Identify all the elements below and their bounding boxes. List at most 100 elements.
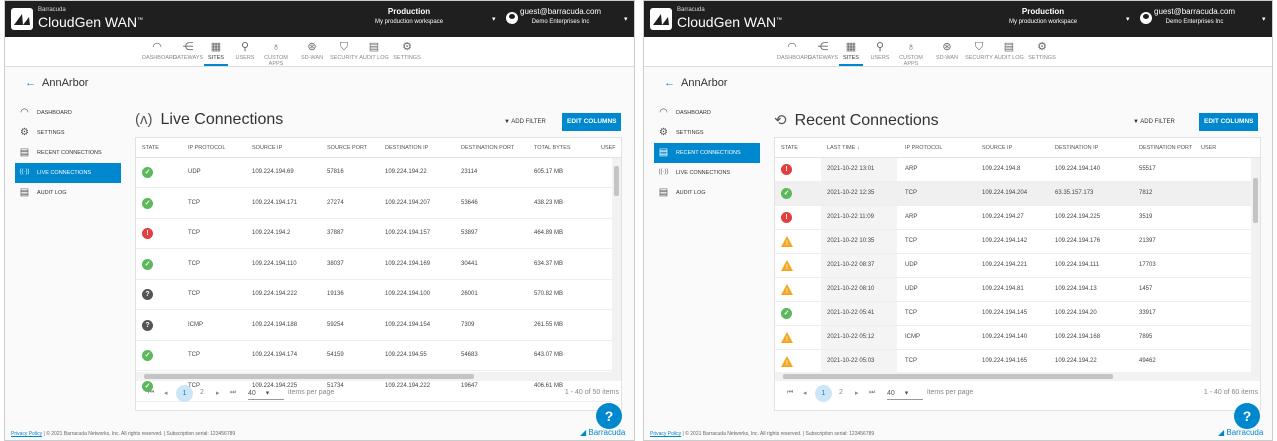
column-header[interactable]: DESTINATION IP: [1055, 145, 1098, 151]
nav-gateways[interactable]: ⋲ GATEWAYS: [172, 40, 204, 66]
column-header[interactable]: SOURCE IP: [252, 145, 282, 151]
column-header[interactable]: STATE: [781, 145, 798, 151]
first-page-icon[interactable]: ⏮: [148, 389, 154, 397]
page-1[interactable]: 1: [815, 385, 832, 402]
scrollbar-thumb[interactable]: [1253, 178, 1258, 223]
horizontal-scrollbar[interactable]: [775, 372, 1260, 381]
nav-security[interactable]: ⛉ SECURITY: [965, 40, 993, 66]
vertical-scrollbar[interactable]: [1251, 158, 1260, 372]
table-row[interactable]: ! 2021-10-22 05:03 TCP 109.224.194.165 109.2…: [775, 350, 1251, 374]
column-header[interactable]: STATE: [142, 145, 159, 151]
sidebar-item-dashboard[interactable]: ◠ DASHBOARD: [15, 103, 121, 123]
user-menu[interactable]: guest@barracuda.com Demo Enterprises Inc: [1154, 7, 1235, 27]
workspace-selector[interactable]: Production My production workspace: [1009, 7, 1077, 27]
page-2[interactable]: 2: [200, 389, 204, 396]
user-menu[interactable]: guest@barracuda.com Demo Enterprises Inc: [520, 7, 601, 27]
nav-sd-wan[interactable]: ⊛ SD-WAN: [933, 40, 961, 66]
last-page-icon[interactable]: ⏭: [869, 389, 875, 397]
workspace-selector[interactable]: Production My production workspace: [375, 7, 443, 27]
nav-settings[interactable]: ⚙ SETTINGS: [1028, 40, 1056, 66]
nav-users[interactable]: ⚲ USERS: [868, 40, 892, 66]
nav-audit-log[interactable]: ▤ AUDIT LOG: [358, 40, 390, 66]
chevron-down-icon[interactable]: ▾: [624, 15, 628, 23]
help-button[interactable]: ?: [1234, 403, 1260, 429]
table-row[interactable]: ! 2021-10-22 08:37 UDP 109.224.194.221 109.2…: [775, 254, 1251, 278]
table-row[interactable]: ? ICMP 109.224.194.188 59254 109.224.194.154…: [136, 311, 612, 341]
nav-dashboard[interactable]: ◠ DASHBOARD: [142, 40, 177, 66]
table-row[interactable]: ✓ 2021-10-22 12:35 TCP 109.224.194.204 63.35…: [775, 182, 1251, 206]
table-row[interactable]: ✓ UDP 109.224.194.69 57816 109.224.194.22 231…: [136, 158, 612, 188]
user-avatar-icon[interactable]: [1140, 12, 1152, 24]
table-row[interactable]: ! 2021-10-22 10:35 TCP 109.224.194.142 109.2…: [775, 230, 1251, 254]
column-header[interactable]: DESTINATION PORT: [461, 145, 514, 151]
add-filter-button[interactable]: ▼ ADD FILTER: [1133, 119, 1175, 125]
sidebar-item-audit-log[interactable]: ▤ AUDIT LOG: [654, 183, 760, 203]
help-button[interactable]: ?: [596, 403, 622, 429]
sidebar-item-dashboard[interactable]: ◠ DASHBOARD: [654, 103, 760, 123]
column-header[interactable]: DESTINATION PORT: [1139, 145, 1192, 151]
page-size-select[interactable]: 40 ▾: [248, 389, 284, 400]
back-arrow-icon[interactable]: ←: [664, 77, 675, 89]
column-header[interactable]: IP PROTOCOL: [905, 145, 942, 151]
column-header[interactable]: IP PROTOCOL: [188, 145, 225, 151]
user-avatar-icon[interactable]: [506, 12, 518, 24]
prev-page-icon[interactable]: ◂: [803, 389, 807, 397]
nav-sd-wan[interactable]: ⊛ SD-WAN: [298, 40, 326, 66]
nav-sites[interactable]: ▦ SITES: [839, 40, 863, 66]
table-row[interactable]: ! 2021-10-22 11:09 ARP 109.224.194.27 109.22…: [775, 206, 1251, 230]
nav-audit-log[interactable]: ▤ AUDIT LOG: [993, 40, 1025, 66]
sidebar-item-recent-connections[interactable]: ▤ RECENT CONNECTIONS: [15, 143, 121, 163]
edit-columns-button[interactable]: EDIT COLUMNS: [562, 113, 622, 131]
table-row[interactable]: ! 2021-10-22 08:10 UDP 109.224.194.81 109.22…: [775, 278, 1251, 302]
sidebar-item-recent-connections[interactable]: ▤ RECENT CONNECTIONS: [654, 143, 760, 163]
privacy-policy-link[interactable]: Privacy Policy: [650, 431, 681, 437]
next-page-icon[interactable]: ▸: [855, 389, 859, 397]
nav-settings[interactable]: ⚙ SETTINGS: [393, 40, 421, 66]
table-row[interactable]: ✓ TCP 109.224.194.174 54159 109.224.194.55 54…: [136, 341, 612, 371]
table-row[interactable]: ! 2021-10-22 13:01 ARP 109.224.194.8 109.224…: [775, 158, 1251, 182]
nav-users[interactable]: ⚲ USERS: [233, 40, 257, 66]
next-page-icon[interactable]: ▸: [216, 389, 220, 397]
privacy-policy-link[interactable]: Privacy Policy: [11, 431, 42, 437]
table-row[interactable]: ? TCP 109.224.194.222 19136 109.224.194.100 2…: [136, 280, 612, 310]
back-arrow-icon[interactable]: ←: [25, 77, 36, 89]
sidebar-item-live-connections[interactable]: ((·)) LIVE CONNECTIONS: [654, 163, 760, 183]
last-page-icon[interactable]: ⏭: [230, 389, 236, 397]
column-header[interactable]: SOURCE IP: [982, 145, 1012, 151]
chevron-down-icon[interactable]: ▾: [492, 15, 496, 23]
table-row[interactable]: ✓ 2021-10-22 05:41 TCP 109.224.194.145 109.2…: [775, 302, 1251, 326]
column-header[interactable]: DESTINATION IP: [385, 145, 428, 151]
scrollbar-thumb[interactable]: [783, 374, 1113, 379]
nav-security[interactable]: ⛉ SECURITY: [330, 40, 358, 66]
edit-columns-button[interactable]: EDIT COLUMNS: [1199, 113, 1259, 131]
add-filter-button[interactable]: ▼ ADD FILTER: [504, 119, 546, 125]
table-row[interactable]: ✓ TCP 109.224.194.171 27274 109.224.194.207 5…: [136, 189, 612, 219]
page-2[interactable]: 2: [839, 389, 843, 396]
table-row[interactable]: ! 2021-10-22 05:12 ICMP 109.224.194.140 109.…: [775, 326, 1251, 350]
scrollbar-thumb[interactable]: [614, 166, 619, 196]
horizontal-scrollbar[interactable]: [136, 372, 621, 381]
sidebar-item-audit-log[interactable]: ▤ AUDIT LOG: [15, 183, 121, 203]
table-row[interactable]: ! TCP 109.224.194.2 37887 109.224.194.157 538…: [136, 219, 612, 249]
nav-dashboard[interactable]: ◠ DASHBOARD: [777, 40, 812, 66]
column-header[interactable]: SOURCE PORT: [327, 145, 367, 151]
sidebar-item-settings[interactable]: ⚙ SETTINGS: [15, 123, 121, 143]
page-1[interactable]: 1: [176, 385, 193, 402]
sidebar-item-live-connections[interactable]: ((·)) LIVE CONNECTIONS: [15, 163, 121, 183]
column-header[interactable]: USEF: [601, 145, 616, 151]
first-page-icon[interactable]: ⏮: [787, 389, 793, 397]
barracuda-logo-icon[interactable]: [650, 8, 672, 30]
sidebar-item-settings[interactable]: ⚙ SETTINGS: [654, 123, 760, 143]
chevron-down-icon[interactable]: ▾: [1126, 15, 1130, 23]
vertical-scrollbar[interactable]: [612, 158, 621, 372]
barracuda-logo-icon[interactable]: [11, 8, 33, 30]
chevron-down-icon[interactable]: ▾: [1262, 15, 1266, 23]
table-row[interactable]: ✓ TCP 109.224.194.110 38037 109.224.194.169 3…: [136, 250, 612, 280]
column-header[interactable]: LAST TIME ↓: [827, 145, 860, 151]
prev-page-icon[interactable]: ◂: [164, 389, 168, 397]
scrollbar-thumb[interactable]: [144, 374, 474, 379]
nav-custom-apps[interactable]: ♁ CUSTOM APPS: [892, 40, 930, 67]
nav-gateways[interactable]: ⋲ GATEWAYS: [807, 40, 839, 66]
nav-custom-apps[interactable]: ♁ CUSTOM APPS: [257, 40, 295, 67]
column-header[interactable]: USER: [1201, 145, 1216, 151]
